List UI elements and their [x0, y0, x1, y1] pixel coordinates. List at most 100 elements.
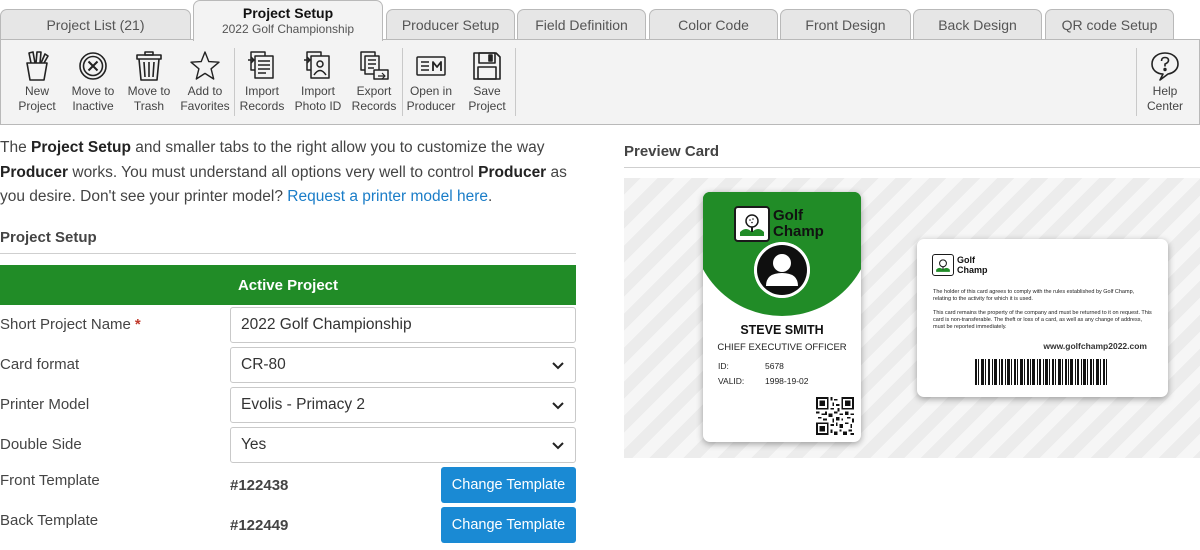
info-key: ID:	[718, 361, 729, 371]
button-label: Add to Favorites	[180, 84, 230, 113]
chevron-down-icon	[552, 362, 564, 370]
tab-front-design[interactable]: Front Design	[780, 9, 911, 40]
terms-paragraph-1: The holder of this card agrees to comply…	[933, 289, 1135, 302]
tab-producer-setup[interactable]: Producer Setup	[386, 9, 515, 40]
preview-card-heading: Preview Card	[624, 143, 1200, 168]
add-to-favorites-button[interactable]: Add to Favorites	[177, 40, 233, 124]
card-id-row: ID: 5678	[718, 361, 784, 371]
card-format-select[interactable]: CR-80	[230, 347, 576, 383]
button-label: Save Project	[468, 84, 506, 113]
trash-icon	[136, 51, 162, 81]
toolbar: New Project Move to Inactive Move to Tra…	[0, 39, 1200, 125]
import-photo-id-button[interactable]: Import Photo ID	[290, 40, 346, 124]
info-value: 5678	[765, 361, 784, 371]
barcode-icon	[975, 359, 1107, 385]
intro-paragraph: The Project Setup and smaller tabs to th…	[0, 136, 575, 210]
logo-wordmark: Golf Champ	[957, 255, 988, 275]
preview-card-area: Golf Champ STEVE SMITH CHIEF EXECUTIVE OF…	[624, 178, 1200, 458]
button-label: Move to Inactive	[71, 84, 115, 113]
card-front-preview: Golf Champ STEVE SMITH CHIEF EXECUTIVE OF…	[703, 192, 861, 442]
terms-paragraph-2: This card remains the property of the co…	[933, 310, 1152, 330]
active-project-label: Active Project	[237, 276, 339, 294]
export-records-icon	[360, 51, 389, 80]
golf-ball-icon	[734, 206, 770, 242]
printer-model-label: Printer Model	[0, 396, 90, 413]
button-label: Export Records	[351, 84, 397, 113]
avatar	[754, 242, 810, 298]
tab-label: Field Definition	[535, 17, 628, 33]
tab-label: Project Setup	[242, 4, 334, 21]
open-in-producer-button[interactable]: Open in Producer	[403, 40, 459, 124]
button-label: Help Center	[1146, 84, 1184, 113]
card-back-preview: Golf Champ The holder of this card agrees…	[917, 239, 1168, 397]
card-valid-row: VALID: 1998-19-02	[718, 376, 808, 386]
cancel-circle-icon	[79, 52, 107, 80]
button-label: Import Records	[239, 84, 285, 113]
change-front-template-button[interactable]: Change Template	[441, 467, 576, 503]
select-value: Yes	[241, 436, 267, 453]
tab-qr-code-setup[interactable]: QR code Setup	[1045, 9, 1174, 40]
move-to-trash-button[interactable]: Move to Trash	[121, 40, 177, 124]
user-silhouette-icon	[754, 242, 810, 298]
golf-champ-logo: Golf Champ	[932, 254, 988, 276]
new-project-button[interactable]: New Project	[9, 40, 65, 124]
tab-label: Producer Setup	[401, 17, 500, 33]
golf-champ-logo: Golf Champ	[734, 204, 830, 244]
intro-text: and smaller tabs to the right allow you …	[130, 139, 545, 156]
toolbar-separator	[515, 48, 516, 116]
export-records-button[interactable]: Export Records	[346, 40, 402, 124]
back-template-label: Back Template	[0, 512, 99, 529]
tab-project-list[interactable]: Project List (21)	[0, 9, 191, 40]
tab-color-code[interactable]: Color Code	[649, 9, 778, 40]
save-project-button[interactable]: Save Project	[459, 40, 515, 124]
select-value: Evolis - Primacy 2	[241, 396, 366, 413]
import-records-icon	[248, 51, 274, 79]
front-template-label: Front Template	[0, 472, 100, 489]
project-setup-heading: Project Setup	[0, 229, 576, 254]
tab-field-definition[interactable]: Field Definition	[517, 9, 646, 40]
tab-label: QR code Setup	[1061, 17, 1158, 33]
tab-project-setup[interactable]: Project Setup 2022 Golf Championship	[193, 0, 383, 41]
logo-line: Champ	[773, 223, 824, 240]
select-value: CR-80	[241, 356, 286, 373]
intro-text: The	[0, 139, 32, 156]
card-icon	[416, 56, 446, 76]
cardholder-name: STEVE SMITH	[740, 323, 824, 337]
printer-model-select[interactable]: Evolis - Primacy 2	[230, 387, 576, 423]
logo-wordmark: Golf Champ	[773, 208, 824, 240]
button-label: Import Photo ID	[294, 84, 342, 113]
double-side-label: Double Side	[0, 436, 82, 453]
intro-text: works. You must understand all options v…	[68, 163, 479, 181]
logo-line: Golf	[773, 207, 803, 224]
button-label: Open in Producer	[406, 84, 456, 113]
save-icon	[473, 52, 501, 80]
intro-bold: Project Setup	[31, 139, 131, 156]
short-project-name-label: Short Project Name *	[0, 316, 141, 333]
cardholder-title: CHIEF EXECUTIVE OFFICER	[717, 342, 847, 353]
intro-bold: Producer	[0, 163, 69, 181]
logo-line: Champ	[957, 265, 988, 275]
help-icon	[1151, 52, 1179, 81]
info-value: 1998-19-02	[765, 376, 809, 386]
short-project-name-input[interactable]: 2022 Golf Championship	[230, 307, 576, 343]
request-printer-link[interactable]: Request a printer model here	[287, 188, 488, 205]
help-center-button[interactable]: Help Center	[1137, 40, 1193, 124]
tab-bar: Project List (21) Project Setup 2022 Gol…	[0, 0, 1200, 41]
label-text: Short Project Name	[0, 316, 131, 333]
intro-text: .	[488, 188, 493, 205]
double-side-select[interactable]: Yes	[230, 427, 576, 463]
tab-back-design[interactable]: Back Design	[913, 9, 1042, 40]
qr-code-icon	[816, 397, 854, 435]
button-label: New Project	[18, 84, 56, 113]
change-back-template-button[interactable]: Change Template	[441, 507, 576, 543]
import-photo-icon	[304, 51, 330, 79]
move-to-inactive-button[interactable]: Move to Inactive	[65, 40, 121, 124]
intro-bold: Producer	[478, 163, 547, 181]
import-records-button[interactable]: Import Records	[234, 40, 290, 124]
website-url: www.golfchamp2022.com	[1043, 341, 1147, 351]
chevron-down-icon	[552, 402, 564, 410]
tab-label: Back Design	[938, 17, 1017, 33]
tab-sublabel: 2022 Golf Championship	[221, 21, 355, 36]
info-key: VALID:	[718, 376, 745, 386]
tab-label: Project List (21)	[46, 17, 145, 33]
